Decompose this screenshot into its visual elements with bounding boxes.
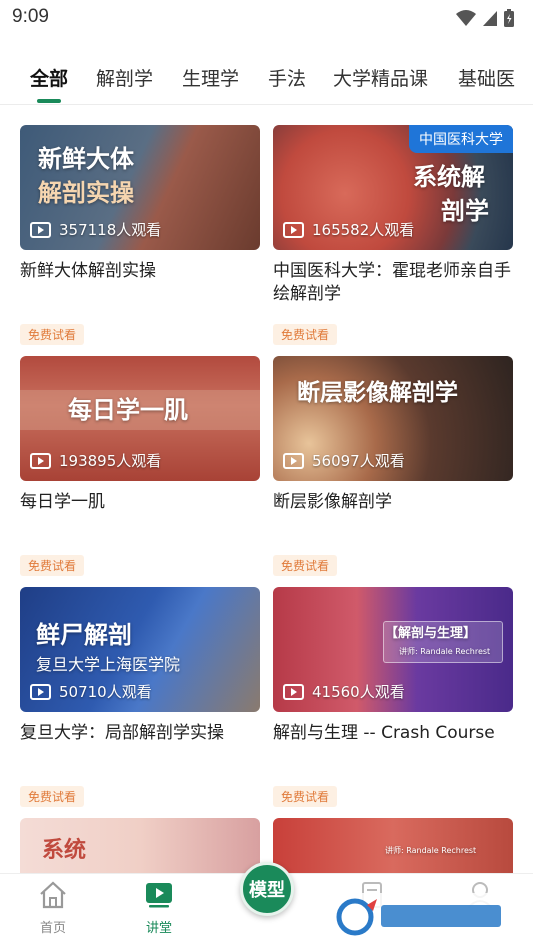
view-count: 56097人观看 <box>283 450 405 471</box>
course-thumbnail[interactable]: 中国医科大学 系统解 剖学 165582人观看 <box>273 125 513 250</box>
nav-lecture-label: 讲堂 <box>145 921 172 936</box>
video-play-icon <box>146 883 172 908</box>
course-thumbnail[interactable]: 每日学一肌 193895人观看 <box>20 356 260 481</box>
view-count-text: 50710人观看 <box>59 683 152 701</box>
course-thumbnail[interactable]: 鲜尸解剖 复旦大学上海医学院 50710人观看 <box>20 587 260 712</box>
thumb-title: 【解剖与生理】 <box>385 626 477 641</box>
tab-basic-medicine[interactable]: 基础医 <box>458 64 515 92</box>
course-card[interactable]: 【解剖与生理】 讲师: Randale Rechrest 41560人观看 解剖… <box>273 587 513 807</box>
course-title[interactable]: 复旦大学：局部解剖学实操 <box>20 722 260 768</box>
thumb-title: 系统 <box>42 838 87 863</box>
course-title[interactable]: 断层影像解剖学 <box>273 491 513 537</box>
course-title[interactable]: 新鲜大体解剖实操 <box>20 260 260 306</box>
course-thumbnail[interactable]: 新鲜大体 解剖实操 357118人观看 <box>20 125 260 250</box>
thumb-subtitle: 讲师: Randale Rechrest <box>399 647 491 656</box>
tab-techniques[interactable]: 手法 <box>268 64 306 92</box>
thumb-subtitle: 讲师: Randale Rechrest <box>385 846 477 855</box>
status-icons <box>455 8 515 28</box>
wifi-icon <box>456 10 476 26</box>
status-bar: 9:09 <box>0 0 533 36</box>
free-trial-badge: 免费试看 <box>20 324 85 345</box>
view-count: 357118人观看 <box>30 219 161 240</box>
nav-home-label: 首页 <box>39 921 66 936</box>
course-title[interactable]: 每日学一肌 <box>20 491 260 537</box>
battery-icon <box>504 9 514 27</box>
course-card[interactable]: 中国医科大学 系统解 剖学 165582人观看 中国医科大学：霍琨老师亲自手绘解… <box>273 125 513 345</box>
free-trial-badge: 免费试看 <box>273 786 338 807</box>
view-count-text: 165582人观看 <box>312 221 415 239</box>
course-card[interactable]: 每日学一肌 193895人观看 每日学一肌 免费试看 <box>20 356 260 576</box>
watermark-logo <box>333 893 513 941</box>
course-thumbnail[interactable]: 断层影像解剖学 56097人观看 <box>273 356 513 481</box>
play-icon <box>30 452 51 469</box>
tabs-divider <box>0 104 533 105</box>
play-icon <box>30 221 51 238</box>
view-count: 165582人观看 <box>283 219 414 240</box>
category-tabs: 全部 解剖学 生理学 手法 大学精品课 基础医 <box>0 52 533 104</box>
thumb-subtitle: 复旦大学上海医学院 <box>36 655 181 674</box>
view-count: 50710人观看 <box>30 681 152 702</box>
view-count-text: 41560人观看 <box>312 683 405 701</box>
tab-physiology[interactable]: 生理学 <box>182 64 239 92</box>
thumb-subtitle: 解剖实操 <box>38 179 134 207</box>
home-icon <box>40 881 66 909</box>
status-time: 9:09 <box>12 6 49 27</box>
free-trial-badge: 免费试看 <box>20 555 85 576</box>
course-card[interactable]: 断层影像解剖学 56097人观看 断层影像解剖学 免费试看 <box>273 356 513 576</box>
tab-anatomy[interactable]: 解剖学 <box>96 64 153 92</box>
course-card[interactable]: 新鲜大体 解剖实操 357118人观看 新鲜大体解剖实操 免费试看 <box>20 125 260 345</box>
free-trial-badge: 免费试看 <box>20 786 85 807</box>
play-icon <box>30 683 51 700</box>
view-count-text: 56097人观看 <box>312 452 405 470</box>
signal-icon <box>483 11 497 26</box>
play-icon <box>283 683 304 700</box>
view-count-text: 193895人观看 <box>59 452 162 470</box>
thumb-title: 新鲜大体 <box>38 145 134 173</box>
view-count-text: 357118人观看 <box>59 221 162 239</box>
play-icon <box>283 221 304 238</box>
nav-lecture[interactable]: 讲堂 <box>124 880 194 936</box>
free-trial-badge: 免费试看 <box>273 555 338 576</box>
play-icon <box>283 452 304 469</box>
thumb-subtitle: 剖学 <box>441 197 489 225</box>
thumb-title: 鲜尸解剖 <box>36 621 132 649</box>
course-thumbnail[interactable]: 【解剖与生理】 讲师: Randale Rechrest 41560人观看 <box>273 587 513 712</box>
thumb-title: 断层影像解剖学 <box>297 380 458 406</box>
thumb-title: 系统解 <box>413 163 485 191</box>
thumb-title: 每日学一肌 <box>68 396 188 424</box>
course-title[interactable]: 解剖与生理 -- Crash Course <box>273 722 513 768</box>
free-trial-badge: 免费试看 <box>273 324 338 345</box>
view-count: 193895人观看 <box>30 450 161 471</box>
nav-home[interactable]: 首页 <box>18 880 88 936</box>
view-count: 41560人观看 <box>283 681 405 702</box>
course-title[interactable]: 中国医科大学：霍琨老师亲自手绘解剖学 <box>273 260 513 306</box>
tab-university-courses[interactable]: 大学精品课 <box>333 64 428 92</box>
tab-all[interactable]: 全部 <box>30 64 68 92</box>
school-tag: 中国医科大学 <box>409 125 513 153</box>
course-card[interactable]: 鲜尸解剖 复旦大学上海医学院 50710人观看 复旦大学：局部解剖学实操 免费试… <box>20 587 260 807</box>
model-button[interactable]: 模型 <box>240 862 294 916</box>
tab-indicator <box>37 99 61 103</box>
